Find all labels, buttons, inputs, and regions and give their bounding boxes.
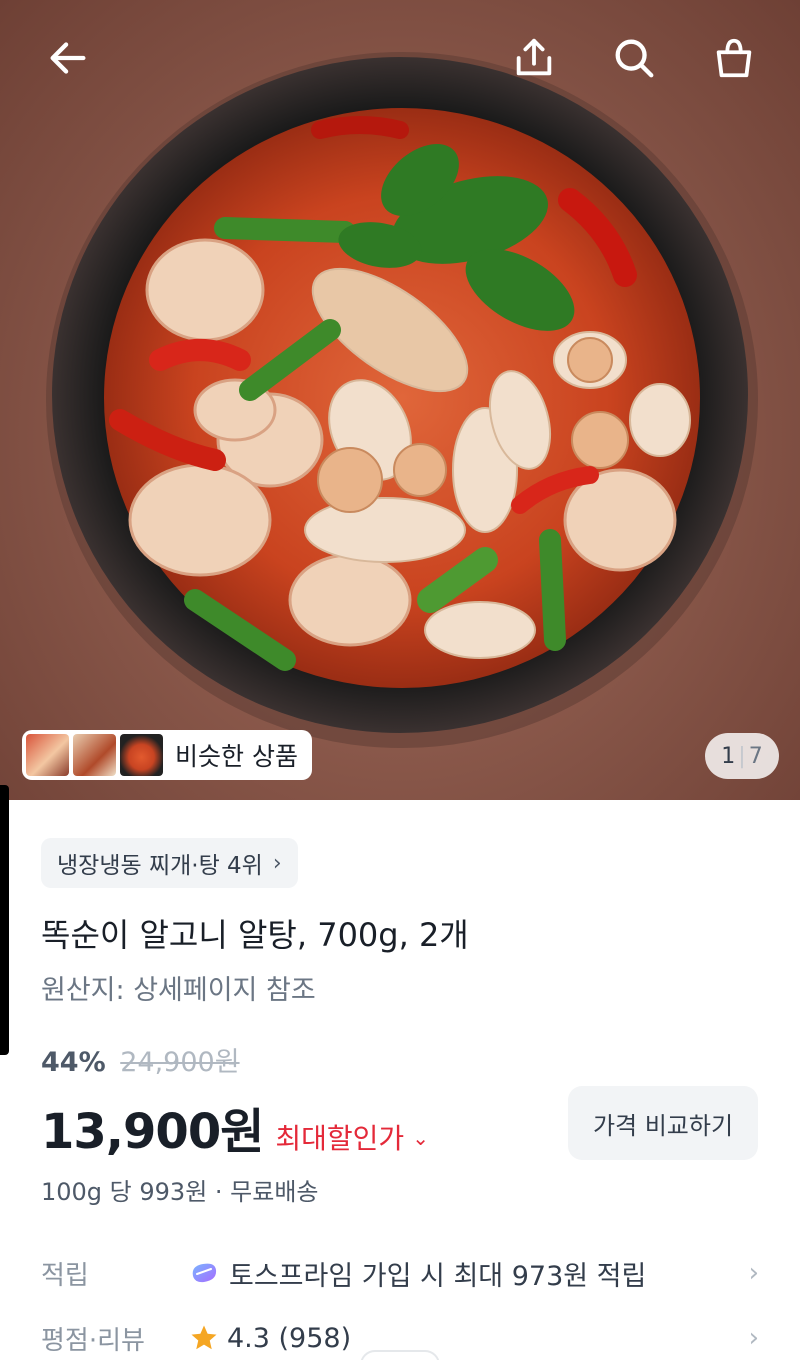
toss-prime-icon <box>192 1263 217 1283</box>
stew-photo <box>46 52 758 748</box>
image-counter-separator: | <box>738 743 746 769</box>
rating-value: 4.3 (958) <box>189 1323 739 1354</box>
unit-price-shipping: 100g 당 993원 · 무료배송 <box>41 1178 319 1206</box>
image-counter-total: 7 <box>748 743 763 769</box>
product-origin: 원산지: 상세페이지 참조 <box>41 975 316 1006</box>
points-row[interactable]: 적립 토스프라임 가입 시 최대 973원 적립 › <box>41 1248 759 1298</box>
star-icon <box>191 1325 217 1350</box>
points-text: 토스프라임 가입 시 최대 973원 적립 <box>229 1260 647 1292</box>
chevron-down-icon: ⌄ <box>412 1126 429 1150</box>
share-icon[interactable] <box>506 30 562 86</box>
similar-thumbnail <box>26 734 69 776</box>
floating-pill[interactable] <box>360 1350 440 1360</box>
shopping-bag-icon[interactable] <box>706 30 762 86</box>
top-navigation-bar <box>0 0 800 120</box>
similar-products-button[interactable]: 비슷한 상품 <box>22 730 312 780</box>
sale-price: 13,900원 <box>41 1104 264 1160</box>
chevron-right-icon: › <box>272 850 282 876</box>
original-price: 24,900원 <box>120 1047 240 1078</box>
rating-text: 4.3 (958) <box>227 1322 352 1354</box>
arrow-left-icon[interactable] <box>40 30 96 86</box>
compare-prices-button[interactable]: 가격 비교하기 <box>568 1086 758 1160</box>
discount-percent: 44% <box>41 1047 106 1078</box>
category-rank-label: 냉장냉동 찌개·탕 4위 <box>57 853 263 879</box>
best-price-dropdown[interactable]: 최대할인가 ⌄ <box>275 1117 429 1157</box>
similar-products-label: 비슷한 상품 <box>175 742 298 771</box>
image-counter-current: 1 <box>721 743 736 769</box>
chevron-right-icon: › <box>748 1323 759 1353</box>
similar-thumbnail <box>120 734 163 776</box>
price-row: 13,900원 최대할인가 ⌄ <box>41 1092 429 1162</box>
points-value: 토스프라임 가입 시 최대 973원 적립 <box>189 1254 739 1293</box>
chevron-right-icon: › <box>748 1258 759 1288</box>
discount-row: 44% 24,900원 <box>41 1040 240 1079</box>
rating-label: 평점·리뷰 <box>41 1325 145 1356</box>
points-label: 적립 <box>41 1260 89 1291</box>
category-rank-chip[interactable]: 냉장냉동 찌개·탕 4위 › <box>41 838 298 888</box>
search-icon[interactable] <box>606 30 662 86</box>
scroll-handle <box>0 785 9 1055</box>
image-counter: 1 | 7 <box>705 733 779 779</box>
similar-thumbnail <box>73 734 116 776</box>
product-title: 똑순이 알고니 알탕, 700g, 2개 <box>41 916 469 954</box>
best-price-label: 최대할인가 <box>275 1122 405 1155</box>
product-image[interactable]: 비슷한 상품 1 | 7 <box>0 0 800 800</box>
